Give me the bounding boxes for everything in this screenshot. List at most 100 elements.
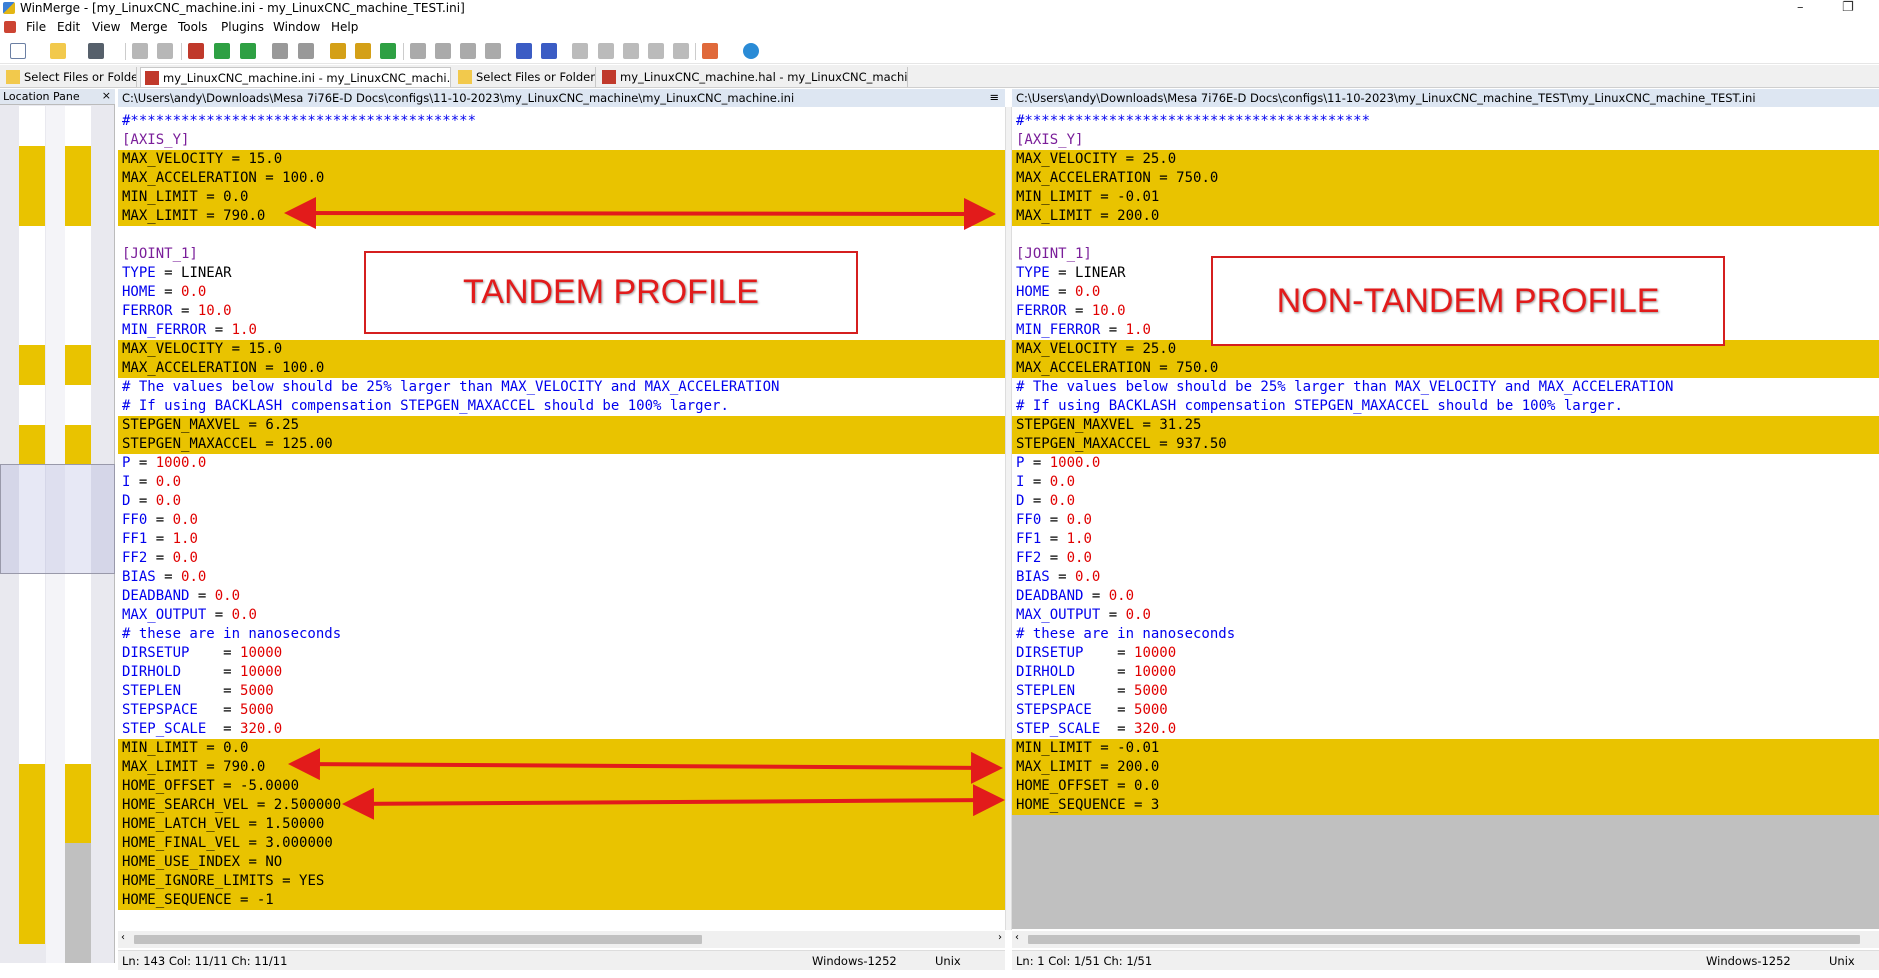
location-pane[interactable]: Location Pane × <box>0 89 115 964</box>
left-hscrollbar[interactable]: ‹ › <box>118 931 1005 948</box>
folder-compare-icon <box>458 70 472 84</box>
equals-sign: = <box>147 531 173 547</box>
last-file-icon[interactable] <box>673 43 689 59</box>
menu-plugins[interactable]: Plugins <box>221 20 264 34</box>
ini-value: -1 <box>256 892 274 908</box>
left-diff-pane[interactable]: #***************************************… <box>118 107 1005 930</box>
non-tandem-profile-callout: NON-TANDEM PROFILE <box>1211 256 1725 346</box>
ini-value: YES <box>299 873 325 889</box>
tandem-profile-label: TANDEM PROFILE <box>463 273 759 311</box>
location-marker <box>19 664 45 685</box>
equals-sign: = <box>223 341 249 357</box>
scroll-left-icon[interactable]: ‹ <box>1015 932 1019 943</box>
right-hscroll-thumb[interactable] <box>1028 935 1860 944</box>
document-icon[interactable] <box>4 21 16 33</box>
ini-value: 3.000000 <box>265 835 333 851</box>
menu-edit[interactable]: Edit <box>57 20 80 34</box>
ini-value: 5000 <box>240 702 274 718</box>
tab-ini-compare[interactable]: my_LinuxCNC_machine.ini - my_LinuxCNC_ma… <box>140 67 451 87</box>
title-bar: WinMerge - [my_LinuxCNC_machine.ini - my… <box>0 0 1879 16</box>
ini-value: 0.0 <box>223 740 249 756</box>
right-hscrollbar[interactable]: ‹ <box>1012 931 1879 948</box>
merge-all-icon[interactable] <box>460 43 476 59</box>
equals-sign: = <box>1108 683 1135 699</box>
menu-window[interactable]: Window <box>273 20 320 34</box>
location-viewport[interactable] <box>0 464 115 574</box>
menu-file[interactable]: File <box>26 20 46 34</box>
location-marker <box>65 943 91 964</box>
ini-value: 1.50000 <box>265 816 325 832</box>
section-header-line: [AXIS_Y] <box>118 131 1005 150</box>
redo-icon[interactable] <box>157 43 173 59</box>
ini-key: MAX_VELOCITY <box>1016 151 1118 167</box>
code-line: DEADBAND = 0.0 <box>118 587 1005 606</box>
ini-key: TYPE <box>122 265 156 281</box>
stop-icon[interactable] <box>188 43 204 59</box>
pane-splitter[interactable] <box>1005 107 1012 930</box>
copy-right-icon[interactable] <box>330 43 346 59</box>
comment-text: # these are in nanoseconds <box>122 626 342 642</box>
merge-right-icon[interactable] <box>410 43 426 59</box>
menu-icon[interactable]: ≡ <box>989 90 999 104</box>
scroll-right-icon[interactable]: › <box>998 932 1002 943</box>
code-line: STEPLEN = 5000 <box>1012 682 1879 701</box>
left-hscroll-thumb[interactable] <box>134 935 702 944</box>
missing-line-placeholder <box>1012 910 1879 929</box>
location-marker <box>19 783 45 805</box>
copy-left-icon[interactable] <box>355 43 371 59</box>
tab-hal-compare[interactable]: my_LinuxCNC_machine.hal - my_LinuxCNC_ma… <box>598 67 908 87</box>
location-marker <box>65 424 91 446</box>
ini-value: 320.0 <box>240 721 283 737</box>
location-marker <box>19 444 45 466</box>
prev-file-icon[interactable] <box>623 43 639 59</box>
collapse-icon[interactable] <box>572 43 588 59</box>
ini-key: MIN_FERROR <box>122 322 207 338</box>
ini-value: 0.0 <box>172 512 198 528</box>
web-icon[interactable] <box>743 43 759 59</box>
tab-select-files-2[interactable]: Select Files or Folders <box>454 67 596 87</box>
next-diff-icon[interactable] <box>214 43 230 59</box>
location-marker <box>19 165 45 187</box>
options-icon[interactable] <box>702 43 718 59</box>
merge-left-icon[interactable] <box>435 43 451 59</box>
copy-all-icon[interactable] <box>380 43 396 59</box>
close-icon[interactable]: × <box>102 89 111 102</box>
equals-sign: = <box>273 873 300 889</box>
code-line: BIAS = 0.0 <box>1012 568 1879 587</box>
equals-sign: = <box>214 702 241 718</box>
location-marker <box>65 185 91 207</box>
ini-value: 125.00 <box>282 436 333 452</box>
last-diff-icon[interactable] <box>298 43 314 59</box>
menu-help[interactable]: Help <box>331 20 358 34</box>
restore-button[interactable]: ❐ <box>1842 0 1854 15</box>
ini-key: HOME_IGNORE_LIMITS <box>122 873 274 889</box>
right-diff-pane[interactable]: #***************************************… <box>1012 107 1879 930</box>
first-file-icon[interactable] <box>598 43 614 59</box>
scroll-left-icon[interactable]: ‹ <box>121 932 125 943</box>
auto-merge-icon[interactable] <box>485 43 501 59</box>
menu-view[interactable]: View <box>92 20 120 34</box>
first-diff-icon[interactable] <box>272 43 288 59</box>
next-file-icon[interactable] <box>648 43 664 59</box>
compare-icon[interactable] <box>516 43 532 59</box>
equals-sign: = <box>214 683 241 699</box>
refresh-icon[interactable] <box>541 43 557 59</box>
new-document-icon[interactable] <box>10 43 26 59</box>
tab-select-files-1[interactable]: Select Files or Folders <box>2 67 137 87</box>
location-marker <box>65 265 91 286</box>
undo-icon[interactable] <box>132 43 148 59</box>
save-icon[interactable] <box>88 43 104 59</box>
equals-sign: = <box>1049 265 1076 281</box>
minimize-button[interactable]: – <box>1797 0 1804 15</box>
location-marker <box>19 743 45 765</box>
diff-line: MAX_LIMIT = 200.0 <box>1012 758 1879 777</box>
menu-tools[interactable]: Tools <box>178 20 208 34</box>
ini-key: FF0 <box>1016 512 1042 528</box>
code-line: BIAS = 0.0 <box>118 568 1005 587</box>
open-folder-icon[interactable] <box>50 43 66 59</box>
ini-key: FF1 <box>122 531 148 547</box>
diff-line: MAX_VELOCITY = 15.0 <box>118 340 1005 359</box>
ini-value: 0.0 <box>1049 474 1076 490</box>
prev-diff-icon[interactable] <box>240 43 256 59</box>
menu-merge[interactable]: Merge <box>130 20 167 34</box>
